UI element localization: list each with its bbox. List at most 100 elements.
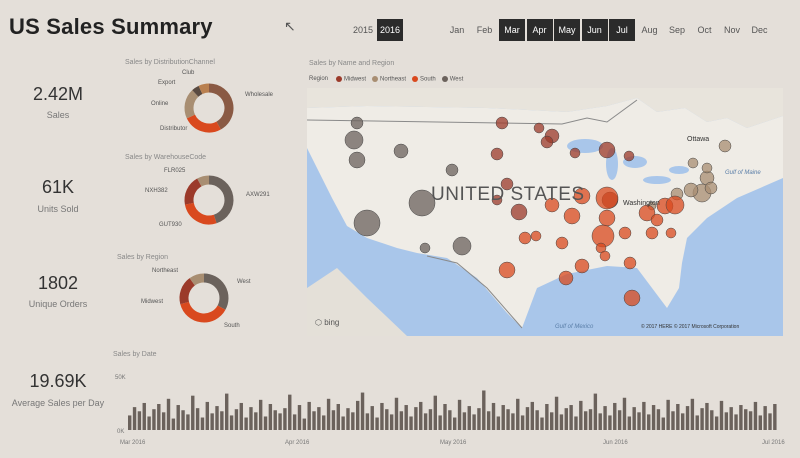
date-bar[interactable] [128,415,132,430]
legend-item[interactable]: West [441,76,463,83]
date-bar[interactable] [520,415,525,430]
date-bar[interactable] [671,411,675,430]
date-bar[interactable] [249,407,253,430]
map-bubble[interactable] [563,207,581,225]
date-bar[interactable] [676,404,680,430]
legend-item[interactable]: South [412,76,436,83]
date-bar[interactable] [642,401,646,430]
date-bar[interactable] [210,413,214,430]
date-bar[interactable] [496,416,501,430]
date-bar[interactable] [419,401,423,430]
date-bar[interactable] [346,408,350,430]
date-bar[interactable] [351,412,355,430]
donut-slice-west[interactable] [203,273,229,310]
date-bar[interactable] [292,414,297,430]
map-bubble[interactable] [555,236,569,250]
date-bar[interactable] [239,402,243,430]
year-button-2015[interactable]: 2015 [350,19,376,41]
date-bar[interactable] [268,404,273,430]
date-bar[interactable] [680,413,685,430]
date-bar[interactable] [195,408,200,430]
date-bar[interactable] [365,413,370,430]
date-bar[interactable] [448,410,452,430]
sales-map[interactable]: UNITED STATES Ottawa Washington Gulf of … [307,88,783,336]
date-bar[interactable] [579,400,583,430]
donut-slice-midwest[interactable] [179,278,196,305]
date-bar[interactable] [627,416,632,430]
date-bar[interactable] [375,417,379,430]
date-bar[interactable] [569,405,573,430]
map-bubble[interactable] [498,261,516,279]
date-bar[interactable] [389,414,394,430]
date-bar[interactable] [617,410,622,430]
date-bar[interactable] [326,398,331,430]
map-bubble[interactable] [348,151,366,169]
date-bar[interactable] [457,399,462,430]
map-bubble[interactable] [569,147,581,159]
date-bar[interactable] [254,412,258,430]
date-bar[interactable] [729,407,733,430]
date-bar[interactable] [433,395,437,430]
date-bar[interactable] [530,401,535,430]
date-bar[interactable] [656,409,661,430]
map-bubble[interactable] [452,236,472,256]
date-bar[interactable] [462,412,467,430]
date-bar[interactable] [724,412,729,430]
map-bubble[interactable] [665,227,677,239]
date-bar[interactable] [540,417,544,430]
date-bar[interactable] [773,404,777,430]
date-bar[interactable] [404,405,408,430]
date-bar[interactable] [331,410,336,430]
date-bar[interactable] [603,406,607,430]
map-bubble[interactable] [490,147,504,161]
date-bar[interactable] [322,415,326,430]
map-bubble[interactable] [510,203,528,221]
donut-slice-online[interactable] [184,90,199,119]
month-button-aug[interactable]: Aug [637,19,663,41]
year-button-2016[interactable]: 2016 [377,19,403,41]
date-bar[interactable] [438,415,442,430]
date-bar[interactable] [598,413,602,430]
map-bubble[interactable] [650,213,664,227]
date-bar[interactable] [453,417,457,430]
date-bar[interactable] [380,402,384,430]
date-bar[interactable] [705,402,709,430]
date-bar[interactable] [234,409,239,430]
map-bubble[interactable] [618,226,632,240]
date-bar[interactable] [258,399,263,430]
date-bar[interactable] [399,411,404,430]
date-bar[interactable] [758,415,762,430]
map-bubble[interactable] [533,122,545,134]
map-bubble[interactable] [598,209,616,227]
month-button-oct[interactable]: Oct [692,19,718,41]
date-bar[interactable] [501,405,505,430]
date-bar[interactable] [317,407,321,430]
map-bubble[interactable] [595,186,619,210]
month-button-jun[interactable]: Jun [581,19,608,41]
date-bar[interactable] [637,412,641,430]
date-bar[interactable] [593,393,598,430]
date-bar[interactable] [244,417,248,430]
map-bubble[interactable] [540,135,554,149]
month-button-mar[interactable]: Mar [499,19,525,41]
month-button-jul[interactable]: Jul [609,19,635,41]
map-bubble[interactable] [574,258,590,274]
date-bar[interactable] [632,407,636,430]
date-bar[interactable] [297,405,302,430]
date-bar[interactable] [273,410,277,430]
map-bubble[interactable] [598,141,616,159]
map-bubble[interactable] [599,250,611,262]
date-bar[interactable] [157,404,161,430]
warehouse-donut[interactable] [183,174,235,226]
date-bar[interactable] [554,396,559,430]
date-bar[interactable] [613,402,617,430]
date-bar[interactable] [666,399,670,430]
map-bubble[interactable] [445,163,459,177]
date-bar[interactable] [385,409,389,430]
map-bubble[interactable] [344,130,364,150]
region-donut[interactable] [178,272,230,324]
date-bar[interactable] [695,415,699,430]
date-bar[interactable] [263,416,268,430]
date-bar[interactable] [748,411,753,430]
date-bar[interactable] [714,416,719,430]
